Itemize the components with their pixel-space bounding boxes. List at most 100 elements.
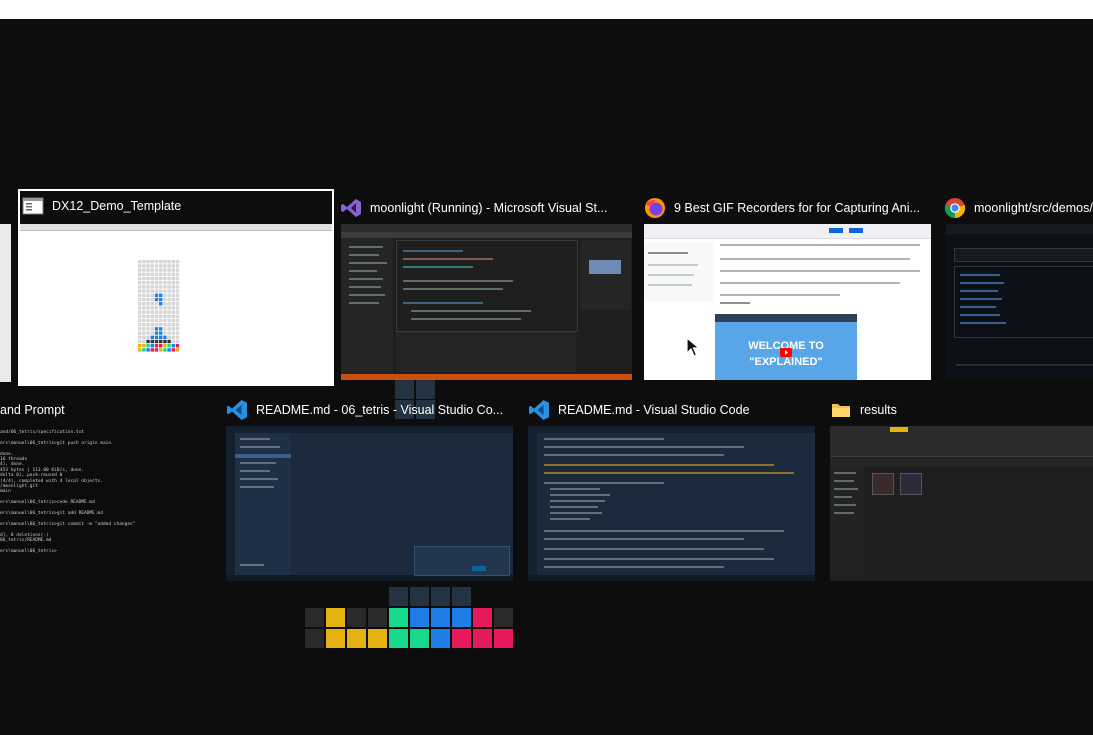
youtube-play-icon: [780, 348, 792, 357]
chrome-icon: [944, 198, 966, 219]
tetris-thumb-cell: [171, 285, 175, 289]
tetris-thumb-cell: [146, 335, 150, 339]
tetris-thumb-cell: [175, 318, 180, 323]
tetris-thumb-cell: [167, 302, 171, 306]
tetris-cell: [389, 608, 408, 627]
window-thumbnail: [528, 426, 815, 581]
tetris-thumb-cell: [175, 302, 180, 306]
tetris-thumb-cell: [159, 264, 163, 268]
tetris-thumb-cell: [175, 276, 180, 281]
tetris-thumb-cell: [159, 348, 163, 352]
tetris-thumb-cell: [163, 281, 167, 285]
tetris-thumb-cell: [142, 302, 146, 306]
tetris-thumb-cell: [167, 285, 171, 289]
tetris-cell: [410, 608, 429, 627]
tetris-thumb-cell: [171, 335, 175, 339]
tetris-cell: [305, 608, 324, 627]
tetris-thumb-cell: [154, 285, 159, 289]
tetris-thumb-cell: [163, 344, 167, 348]
tetris-thumb-cell: [159, 281, 163, 285]
tetris-thumb-cell: [171, 268, 175, 272]
tetris-thumb-cell: [175, 344, 180, 348]
window-tile-explorer-results[interactable]: results: [826, 393, 1093, 583]
tetris-thumb-cell: [138, 331, 142, 335]
tetris-thumb-cell: [142, 335, 146, 339]
window-tile-chrome[interactable]: moonlight/src/demos/: [940, 191, 1093, 383]
tetris-thumb-cell: [138, 293, 142, 297]
tetris-thumb-cell: [159, 293, 163, 297]
tetris-thumb-cell: [150, 276, 154, 281]
tetris-thumb-cell: [138, 281, 142, 285]
tetris-thumb-cell: [154, 335, 159, 339]
tetris-thumb-cell: [138, 276, 142, 281]
tetris-thumb-cell: [159, 297, 163, 302]
tetris-thumb-cell: [154, 314, 159, 318]
tetris-thumb-cell: [167, 314, 171, 318]
tetris-thumb-cell: [171, 264, 175, 268]
window-tile-vscode-tetris[interactable]: README.md - 06_tetris - Visual Studio Co…: [222, 393, 514, 583]
tetris-thumb-cell: [150, 318, 154, 323]
tetris-thumb-cell: [150, 289, 154, 293]
window-tile-title: results: [830, 393, 897, 427]
window-tile-command-prompt[interactable]: and Prompt and/06_tetris/specification.t…: [0, 393, 212, 583]
tetris-thumb-cell: [138, 297, 142, 302]
window-tile-partial-left[interactable]: [0, 224, 11, 382]
tetris-cell: [368, 608, 387, 627]
visual-studio-icon: [341, 199, 361, 217]
tetris-thumb-cell: [175, 310, 180, 314]
tetris-thumb-cell: [171, 281, 175, 285]
tetris-thumb-cell: [150, 323, 154, 327]
tetris-board-thumbnail: [138, 260, 180, 352]
tetris-thumb-cell: [154, 272, 159, 276]
tetris-thumb-cell: [171, 306, 175, 310]
tetris-thumb-cell: [175, 289, 180, 293]
window-tile-firefox[interactable]: 9 Best GIF Recorders for for Capturing A…: [640, 191, 932, 383]
mouse-cursor: [686, 337, 700, 357]
tetris-thumb-cell: [175, 323, 180, 327]
window-tile-dx12-demo[interactable]: DX12_Demo_Template: [18, 189, 334, 386]
tetris-cell: [368, 629, 387, 648]
tetris-thumb-cell: [163, 276, 167, 281]
tetris-thumb-cell: [163, 331, 167, 335]
tetris-thumb-cell: [171, 276, 175, 281]
window-tile-vscode-readme[interactable]: README.md - Visual Studio Code: [524, 393, 816, 583]
window-tile-visual-studio[interactable]: moonlight (Running) - Microsoft Visual S…: [336, 191, 632, 383]
tetris-cell: [410, 587, 429, 606]
tetris-thumb-cell: [150, 314, 154, 318]
tetris-thumb-cell: [138, 314, 142, 318]
tetris-thumb-cell: [142, 297, 146, 302]
window-tile-title: DX12_Demo_Template: [22, 189, 181, 223]
tetris-thumb-cell: [163, 348, 167, 352]
tetris-cell: [431, 608, 450, 627]
tetris-cell: [452, 608, 471, 627]
window-title-label: DX12_Demo_Template: [52, 199, 182, 213]
tetris-thumb-cell: [175, 264, 180, 268]
tetris-thumb-cell: [146, 306, 150, 310]
tetris-thumb-cell: [146, 268, 150, 272]
folder-icon: [832, 404, 850, 417]
tetris-thumb-cell: [146, 285, 150, 289]
tetris-thumb-cell: [171, 331, 175, 335]
tetris-thumb-cell: [163, 297, 167, 302]
window-thumbnail: [830, 426, 1093, 581]
tetris-thumb-cell: [167, 281, 171, 285]
tetris-thumb-cell: [146, 327, 150, 331]
tetris-thumb-cell: [171, 297, 175, 302]
window-title-label: moonlight (Running) - Microsoft Visual S…: [370, 201, 608, 215]
tetris-thumb-cell: [154, 276, 159, 281]
window-thumbnail: [20, 224, 332, 384]
tetris-thumb-cell: [154, 339, 159, 344]
tetris-thumb-cell: [154, 344, 159, 348]
video-embed[interactable]: WELCOME TO "EXPLAINED": [715, 314, 857, 380]
tetris-thumb-cell: [163, 327, 167, 331]
tetris-thumb-cell: [142, 268, 146, 272]
tetris-thumb-cell: [146, 297, 150, 302]
tetris-thumb-cell: [142, 276, 146, 281]
tetris-thumb-cell: [163, 306, 167, 310]
window-tile-title: README.md - Visual Studio Code: [528, 393, 750, 427]
tetris-thumb-cell: [138, 310, 142, 314]
tetris-thumb-cell: [150, 335, 154, 339]
tetris-thumb-cell: [175, 293, 180, 297]
tetris-thumb-cell: [138, 302, 142, 306]
tetris-thumb-cell: [138, 339, 142, 344]
